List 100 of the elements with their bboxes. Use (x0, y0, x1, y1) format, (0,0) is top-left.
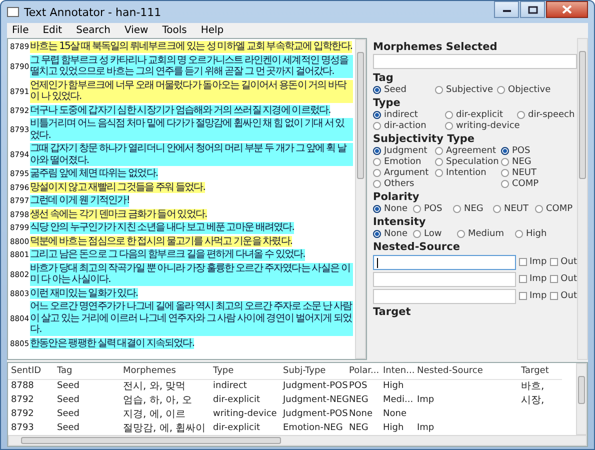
radio-option[interactable]: Subjective (435, 85, 497, 95)
checkbox[interactable]: Out (550, 257, 577, 267)
sentence-text[interactable]: 그런데 이게 웬 기적인가! (30, 195, 130, 206)
table-cell-text: Seed (56, 394, 80, 407)
scrollbar[interactable] (576, 363, 587, 435)
table-cell-text: dir-explicit (212, 394, 261, 407)
radio-option[interactable]: Low (413, 229, 457, 239)
menu-item[interactable]: Help (200, 25, 225, 36)
table-cell-text: None (382, 408, 408, 421)
section-heading: Morphemes Selected (373, 41, 498, 53)
app-icon (7, 7, 19, 17)
sentence-text[interactable]: 언제인가 함부르크에 너무 오래 머물렀다가 돌아오는 길이어서 용돈이 거의 바닥이 나 있었다. (30, 80, 353, 102)
scrollbar[interactable] (355, 39, 366, 359)
section-heading: Polarity (373, 191, 420, 203)
radio-option[interactable]: dir-explicit (445, 110, 517, 120)
radio-option[interactable]: None (373, 229, 413, 239)
sentence-text[interactable]: 더구나 도중에 갑자기 심한 시장기가 엄습해와 거의 쓰러질 지경에 이르렀다. (30, 104, 330, 116)
radio-option[interactable]: Seed (373, 85, 435, 95)
sentence-text[interactable]: 덕분에 바흐는 점심으로 한 접시의 물고기를 사먹고 기운을 차렸다. (30, 236, 292, 247)
window-title: Text Annotator - han-111 (24, 6, 162, 18)
sentence-text[interactable]: 바흐는 15살 때 북독일의 뤼네부르크에 있는 성 미하엘 교회 부속학교에 입학한다. (30, 41, 352, 52)
checkbox[interactable]: Out (550, 274, 577, 284)
table-cell-text: 8793 (10, 422, 35, 435)
radio-option[interactable]: Intention (435, 168, 501, 178)
radio-option[interactable]: COMP (535, 204, 575, 214)
table-cell-text: dir-explicit (212, 422, 261, 435)
checkbox[interactable]: Imp (518, 274, 547, 284)
checkbox[interactable]: Out (550, 291, 577, 301)
close-icon (562, 5, 572, 14)
sentence-text[interactable]: 바흐가 당대 최고의 작곡가일 뿐 아니라 가장 훌륭한 오르간 주자였다는 사실은 이미 다 아는 사실이다. (30, 262, 353, 286)
table-cell-text: High (382, 380, 405, 393)
sentence-text[interactable]: 한동안은 팽팽한 실력 대결이 지속되었다. (30, 338, 194, 349)
column-header[interactable]: Polar... (346, 363, 380, 380)
menu-item[interactable]: View (123, 25, 150, 36)
radio-option[interactable]: Agreement (435, 146, 501, 156)
radio-option[interactable]: NEG (501, 157, 539, 167)
source-field[interactable] (373, 288, 516, 304)
column-header[interactable]: SentID (8, 363, 54, 380)
radio-option[interactable]: COMP (501, 179, 539, 189)
radio-option[interactable]: writing-device (445, 121, 517, 131)
column-header[interactable]: Subj-Type (280, 363, 346, 380)
radio-option[interactable]: Objective (497, 85, 559, 95)
minimize-button[interactable] (494, 1, 519, 18)
menu-item[interactable]: Tools (161, 25, 188, 36)
sentence-text[interactable]: 굶주림 앞에 체면 따위는 없었다. (30, 168, 158, 180)
sentence-text[interactable]: 망설이지 않고 재빨리 그것들을 주워 들었다. (30, 182, 205, 193)
table-cell-text: Judgment-POS (282, 380, 346, 393)
section-heading: Tag (373, 72, 394, 84)
scrollbar[interactable] (577, 38, 588, 360)
table-cell-text: Imp (416, 394, 436, 407)
radio-option[interactable]: NEUT (493, 204, 535, 214)
radio-option[interactable]: Others (373, 179, 435, 189)
radio-option[interactable]: Speculation (435, 157, 501, 167)
radio-option[interactable]: indirect (373, 110, 445, 120)
sentence-text[interactable]: 그 무렵 함부르크 성 카타리나 교회의 명 오르가니스트 라인켄이 세계적인 명성을 떨치고 있었으므로 바흐는 그의 연주를 듣기 위해 곧잘 그 먼 곳까지 걸어갔다. (30, 54, 353, 78)
column-header[interactable]: Morphemes (120, 363, 210, 380)
radio-option[interactable]: High (515, 229, 555, 239)
table-cell-text: 8792 (10, 408, 35, 421)
table-cell-text: 8788 (10, 380, 35, 393)
sentence-text[interactable]: 식당 안의 누구인가가 지친 소년을 내다 보고 베푼 고마운 배려였다. (30, 222, 294, 234)
radio-option[interactable]: Judgment (373, 146, 435, 156)
source-field[interactable] (373, 254, 516, 270)
table-cell-text: Imp (416, 422, 436, 435)
checkbox[interactable]: Imp (518, 291, 547, 301)
radio-option[interactable]: dir-action (373, 121, 445, 131)
morphemes-field[interactable] (373, 54, 577, 69)
column-header[interactable]: Inten... (380, 363, 414, 380)
menu-item[interactable]: Search (75, 25, 112, 36)
column-header[interactable]: Nested-Source (414, 363, 518, 380)
sentence-text[interactable]: 이런 재미있는 일화가 있다. (30, 288, 138, 299)
table-cell-text: Seed (56, 408, 80, 421)
table-cell-text: Judgment-NEG (282, 394, 346, 407)
radio-option[interactable]: Argument (373, 168, 435, 178)
maximize-icon (528, 6, 538, 14)
sentence-text[interactable]: 생선 속에는 각기 덴마크 금화가 들어 있었다. (30, 208, 207, 220)
sentence-text[interactable]: 어느 오르간 명연주가가 나그네 길에 올라 역시 최고의 오르간 주자로 소문 난 사람이 살고 있는 거리에 이르러 나그네 연주자와 그 사람 사이에 경연이 벌어지게 되었다. (30, 301, 353, 336)
sentence-text[interactable]: 비틀거리며 어느 음식점 처마 밑에 다가가 절망감에 휩싸인 채 힘 없이 기대 서 있었다. (30, 118, 353, 141)
menu-item[interactable]: Edit (42, 25, 64, 36)
radio-option[interactable]: NEUT (501, 168, 539, 178)
checkbox[interactable]: Imp (518, 257, 547, 267)
scrollbar[interactable] (8, 435, 587, 446)
radio-option[interactable]: Emotion (373, 157, 435, 167)
table-cell-text: 절망감, 에, 휩싸이 (122, 422, 207, 435)
radio-option[interactable]: POS (413, 204, 453, 214)
section-heading: Nested-Source (373, 241, 461, 253)
sentence-text[interactable]: 그리고 남은 돈으로 그 다음의 함부르크 길을 편하게 다녀올 수 있었다. (30, 249, 305, 260)
table-cell-text: NEG (348, 394, 370, 407)
radio-option[interactable]: Medium (457, 229, 515, 239)
table-cell-text: 8792 (10, 394, 35, 407)
menu-item[interactable]: File (11, 25, 30, 36)
radio-option[interactable]: dir-speech (517, 110, 577, 120)
maximize-button[interactable] (520, 1, 545, 18)
radio-option[interactable]: NEG (453, 204, 493, 214)
radio-option[interactable]: POS (501, 146, 539, 156)
close-button[interactable] (546, 1, 588, 18)
sentence-text[interactable]: 그때 갑자기 창문 하나가 열리더니 안에서 청어의 머리 부분 두 개가 그 앞에 휙 날아와 떨어졌다. (30, 143, 353, 166)
radio-option[interactable]: None (373, 204, 413, 214)
table-cell-text: None (348, 408, 374, 421)
table-cell-text: 바흐, (520, 380, 546, 393)
source-field[interactable] (373, 272, 516, 286)
